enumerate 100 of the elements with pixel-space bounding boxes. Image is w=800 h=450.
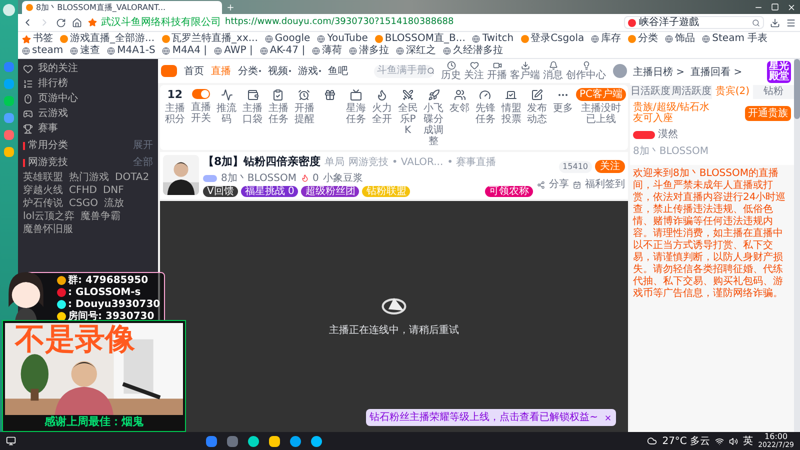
category-link[interactable]: lol云顶之弈: [23, 211, 75, 222]
tool-label[interactable]: 友邻: [448, 103, 471, 114]
nav-link[interactable]: 分类: [238, 64, 261, 78]
category-link[interactable]: CFHD: [69, 185, 97, 196]
header-action[interactable]: 开播: [487, 61, 507, 81]
nav-link[interactable]: 首页: [184, 64, 204, 78]
player-message: 主播正在连线中，请稍后重试: [329, 324, 459, 338]
bookmark-label: Steam 手表: [712, 33, 768, 45]
bookmark-label: Google: [274, 33, 310, 45]
score-value: 12: [167, 88, 183, 101]
panel-tab[interactable]: 日活跃度: [630, 85, 671, 99]
sidebar-item[interactable]: 排行榜: [23, 78, 153, 90]
header-action[interactable]: 消息: [543, 61, 563, 81]
tool-label[interactable]: 小飞碟分成调整: [422, 103, 445, 147]
event-badge[interactable]: 星光殿堂: [767, 61, 791, 83]
bookmark[interactable]: 薄荷: [312, 45, 342, 57]
bookmark-label: YouTube: [327, 33, 368, 44]
bookmark[interactable]: 饰品: [665, 33, 696, 45]
category-link[interactable]: 魔兽怀旧服: [23, 224, 73, 235]
bookmark[interactable]: 深红之: [396, 45, 436, 57]
bookmark[interactable]: Twitch: [472, 33, 514, 45]
tool-label[interactable]: 开播提醒: [293, 103, 316, 125]
category-link[interactable]: 热门游戏: [69, 172, 109, 183]
header-action[interactable]: 客户端: [510, 61, 540, 81]
promo-button[interactable]: 可领农称: [485, 186, 533, 196]
category-link[interactable]: 炉石传说: [23, 198, 63, 209]
tool-label[interactable]: 先锋任务: [474, 103, 496, 125]
category-link[interactable]: DNF: [102, 185, 124, 196]
ime-indicator[interactable]: 英: [743, 434, 754, 448]
nav-link[interactable]: 视频: [268, 64, 291, 78]
nav-link[interactable]: 游戏: [298, 64, 321, 78]
panel-tab[interactable]: 周活跃度: [671, 85, 712, 99]
sidebar-item[interactable]: 我的关注: [23, 63, 153, 75]
room-pill[interactable]: 超级粉丝团: [301, 186, 360, 196]
bookmark[interactable]: 登录Csgola: [520, 33, 584, 45]
panel-link[interactable]: 主播日榜 >: [633, 64, 685, 80]
bookmark[interactable]: 库存: [591, 33, 622, 45]
header-action[interactable]: 历史: [441, 61, 461, 81]
bookmark[interactable]: AWP |: [214, 45, 253, 57]
bookmark[interactable]: M4A1-S: [107, 45, 156, 57]
bookmark[interactable]: 速查: [70, 45, 100, 57]
tool-label[interactable]: 情盟投票: [500, 103, 522, 125]
clock-time: 16:00: [764, 433, 788, 441]
bookmark-label: 饰品: [675, 33, 696, 45]
category-link[interactable]: DOTA2: [115, 172, 150, 183]
tool-label[interactable]: 全民乐PK: [396, 103, 419, 136]
room-pill[interactable]: V回馈: [203, 186, 238, 196]
category-link[interactable]: 流放: [104, 198, 124, 209]
weather: 27°C 多云: [662, 434, 710, 448]
bookmark-label: 书签: [33, 33, 53, 45]
header-action[interactable]: 创作中心: [566, 61, 606, 81]
bookmark-label: M4A4 |: [172, 45, 208, 57]
category-link[interactable]: 英雄联盟: [23, 172, 63, 183]
tool-label[interactable]: 主播积分: [164, 103, 186, 125]
address-field[interactable]: 武汉斗鱼网络科技有限公司 https://www.douyu.com/3930730?1514180388688: [88, 15, 618, 30]
tool-label[interactable]: 主播任务: [267, 103, 290, 125]
category-link[interactable]: 穿越火线: [23, 185, 63, 196]
bookmark[interactable]: 潜多拉: [349, 45, 390, 57]
tool-label[interactable]: 主播口袋: [242, 103, 264, 125]
sidebar-item[interactable]: 云游戏: [23, 108, 153, 120]
bookmark[interactable]: Google: [264, 33, 310, 45]
sidebar-item[interactable]: 页游中心: [23, 93, 153, 105]
search-field[interactable]: 峡谷洋子遊戲: [624, 16, 764, 29]
browser-tab[interactable]: 8加丶BLOSSOM直播_VALORANT...: [22, 1, 222, 14]
header-action[interactable]: 关注: [464, 61, 484, 81]
bookmark-label: 分类: [638, 33, 658, 45]
tool-label[interactable]: 更多: [552, 103, 574, 114]
category-link[interactable]: CSGO: [69, 198, 98, 209]
nav-link[interactable]: 鱼吧: [328, 64, 348, 78]
bookmark[interactable]: Steam 手表: [702, 33, 768, 45]
room-pill[interactable]: 福星挑战 0: [240, 186, 298, 196]
signin-link[interactable]: 福利签到: [585, 179, 625, 190]
sidebar-item[interactable]: 赛事: [23, 123, 153, 135]
guest-name[interactable]: 漠然: [658, 127, 678, 142]
client-note: 主播没时已上线: [581, 103, 621, 125]
room-notice: 欢迎来到8加丶BLOSSOM的直播间，斗鱼严禁未成年人直播或打赏，依法对直播内容进行24小时巡查，禁止传播违法违规、低俗色情、赌博诈骗等任何违法违规内容。请理性消费，如主播在直播中以不正当方式诱导打赏、私下交易，请谨慎判断，以防人身财产损失。请勿轻信各类招聘征婚、代练代抽、私下交易、购买礼包码、游戏币等广告信息，谨防网络诈骗。: [633, 168, 787, 300]
category-link[interactable]: 魔兽争霸: [80, 211, 121, 222]
search-placeholder: 斗鱼满手册: [377, 65, 427, 77]
bookmark[interactable]: M4A4 |: [162, 45, 208, 57]
tool-label[interactable]: 直播开关: [190, 102, 212, 124]
bookmark[interactable]: YouTube: [317, 33, 368, 45]
panel-link[interactable]: 直播回看 >: [690, 64, 742, 80]
bookmark-label: AWP |: [224, 45, 253, 57]
panel-tab[interactable]: 钻粉: [753, 85, 794, 99]
heat-count: 0: [312, 172, 319, 184]
bookmark[interactable]: 书签: [22, 33, 53, 45]
bookmark[interactable]: steam: [22, 45, 64, 57]
social-handle: 房间号: 3930730: [68, 311, 154, 322]
tool-label[interactable]: 星海任务: [345, 103, 368, 125]
tool-label[interactable]: 推流码: [216, 103, 238, 125]
share-link[interactable]: 分享: [549, 179, 569, 190]
bookmark[interactable]: AK-47 |: [260, 45, 306, 57]
tool-label[interactable]: 火力全开: [370, 103, 393, 125]
bookmark-label: AK-47 |: [270, 45, 306, 57]
bookmark[interactable]: 久经潜多拉: [443, 45, 504, 57]
notice-banner[interactable]: 钻石粉丝主播荣耀等级上线，点击查看已解锁权益~: [366, 409, 616, 426]
tool-label[interactable]: 发布动态: [526, 103, 548, 125]
social-handle: : Douyu3930730: [68, 299, 160, 310]
bookmark-label: 库存: [601, 33, 622, 45]
bookmark[interactable]: 分类: [628, 33, 658, 45]
